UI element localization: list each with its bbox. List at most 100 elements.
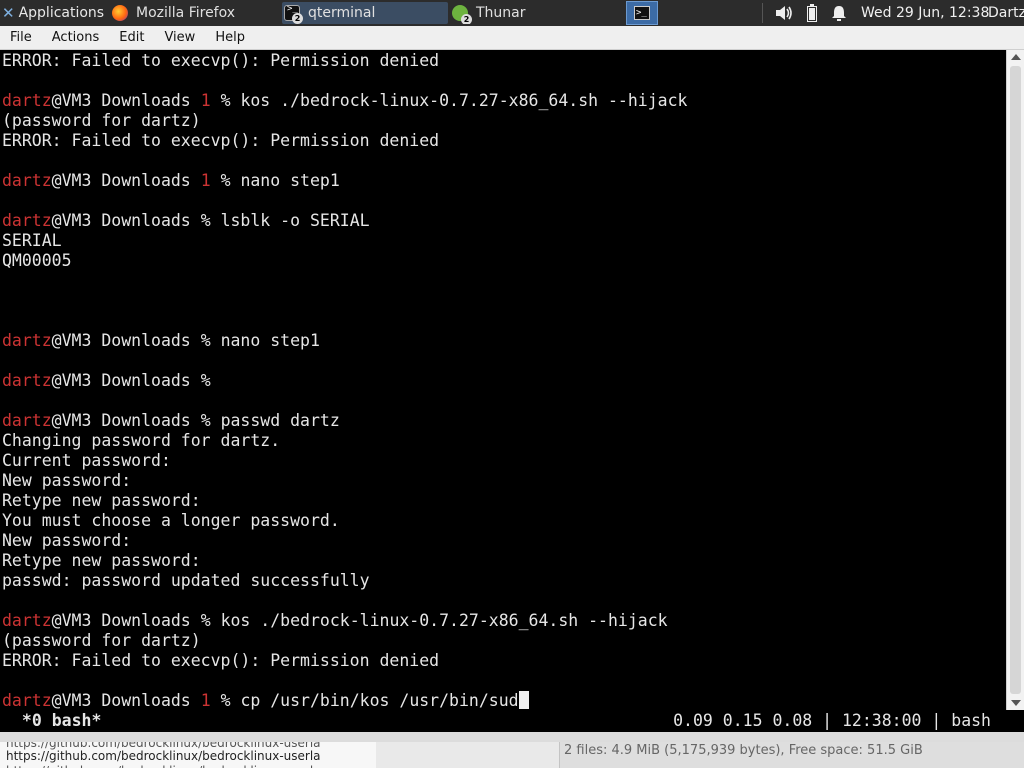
prompt-line: dartz@VM3 Downloads % passwd dartz <box>2 411 340 431</box>
taskbar-item-thunar[interactable]: 2 Thunar <box>450 2 616 24</box>
output-line: Current password: <box>2 451 171 470</box>
applications-menu[interactable]: ✕ Applications ⋮ <box>0 0 112 26</box>
scrollbar-thumb[interactable] <box>1010 66 1021 694</box>
prompt-user: dartz <box>2 411 52 430</box>
output-line: QM00005 <box>2 251 72 270</box>
load-time-info: 0.09 0.15 0.08 | 12:38:00 | bash <box>673 711 991 730</box>
prompt-host-dir: @VM3 Downloads <box>51 331 201 350</box>
prompt-host-dir: @VM3 Downloads <box>51 91 201 110</box>
terminal-output[interactable]: ERROR: Failed to execvp(): Permission de… <box>0 50 1006 710</box>
terminal-icon: >_ <box>634 6 650 20</box>
volume-icon[interactable] <box>775 5 793 21</box>
output-line: (password for dartz) <box>2 631 201 650</box>
prompt-host-dir: @VM3 Downloads <box>51 691 201 710</box>
thunar-window-fragment[interactable]: 2 files: 4.9 MiB (5,175,939 bytes), Free… <box>376 742 1024 768</box>
output-line: SERIAL <box>2 231 62 250</box>
exit-code: 1 <box>200 171 211 190</box>
current-prompt-line[interactable]: dartz@VM3 Downloads 1 % cp /usr/bin/kos … <box>2 691 529 710</box>
prompt-user: dartz <box>2 371 52 390</box>
menu-edit[interactable]: Edit <box>109 30 154 45</box>
prompt-user: dartz <box>2 211 52 230</box>
clock[interactable]: Wed 29 Jun, 12:38 <box>861 0 989 26</box>
active-window-button[interactable]: >_ <box>626 1 658 25</box>
output-line: You must choose a longer password. <box>2 511 340 530</box>
prompt-host-dir: @VM3 Downloads <box>51 211 201 230</box>
command: kos ./bedrock-linux-0.7.27-x86_64.sh --h… <box>220 611 668 630</box>
terminal-menubar: File Actions Edit View Help <box>0 26 1024 50</box>
command: passwd dartz <box>220 411 340 430</box>
prompt-line: dartz@VM3 Downloads % nano step1 <box>2 331 320 351</box>
url-text-fragment: https://github.com/bedrocklinux/bedrockl… <box>6 764 321 768</box>
scroll-up-arrow-icon[interactable] <box>1011 54 1021 60</box>
prompt-char: % <box>200 331 211 350</box>
thunar-status-text: 2 files: 4.9 MiB (5,175,939 bytes), Free… <box>564 743 923 758</box>
prompt-host-dir: @VM3 Downloads <box>51 611 201 630</box>
thunar-icon: 2 <box>452 5 472 24</box>
prompt-host-dir: @VM3 Downloads <box>51 171 201 190</box>
output-line: Retype new password: <box>2 551 201 570</box>
output-line: passwd: password updated successfully <box>2 571 370 590</box>
output-line: Retype new password: <box>2 491 201 510</box>
output-line: (password for dartz) <box>2 111 201 130</box>
command-input[interactable]: cp /usr/bin/kos /usr/bin/sud <box>240 691 518 710</box>
prompt-char: % <box>200 611 211 630</box>
prompt-char: % <box>220 691 231 710</box>
screen-status-bar: *0 bash* 0.09 0.15 0.08 | 12:38:00 | bas… <box>0 710 1006 732</box>
exit-code: 1 <box>200 691 211 710</box>
url-text: https://github.com/bedrocklinux/bedrockl… <box>6 749 321 763</box>
notification-bell-icon[interactable] <box>831 5 847 22</box>
taskbar-label: Thunar <box>476 5 526 21</box>
prompt-user: dartz <box>2 331 52 350</box>
output-line: New password: <box>2 471 132 490</box>
taskbar-item-firefox[interactable]: Mozilla Firefox <box>112 2 278 24</box>
text-cursor <box>518 691 529 709</box>
prompt-char: % <box>200 411 211 430</box>
firefox-icon <box>112 5 128 21</box>
panel-separator <box>762 3 763 23</box>
battery-icon[interactable] <box>807 4 817 22</box>
prompt-char: % <box>200 211 211 230</box>
prompt-char: % <box>200 371 211 390</box>
taskbar-label: qterminal <box>308 5 376 21</box>
prompt-char: % <box>220 91 231 110</box>
taskbar-label: Mozilla Firefox <box>136 5 236 21</box>
scroll-down-arrow-icon[interactable] <box>1011 700 1021 706</box>
command: nano step1 <box>240 171 340 190</box>
user-menu[interactable]: Dartz <box>988 0 1024 26</box>
prompt-user: dartz <box>2 91 52 110</box>
prompt-char: % <box>220 171 231 190</box>
output-line: ERROR: Failed to execvp(): Permission de… <box>2 131 440 150</box>
menu-view[interactable]: View <box>154 30 205 45</box>
prompt-line: dartz@VM3 Downloads 1 % nano step1 <box>2 171 340 191</box>
terminal-icon: >_ 2 <box>284 4 303 24</box>
exit-code: 1 <box>200 91 211 110</box>
prompt-line: dartz@VM3 Downloads % <box>2 371 211 391</box>
top-panel: ✕ Applications ⋮ Mozilla Firefox >_ 2 qt… <box>0 0 1024 26</box>
prompt-user: dartz <box>2 691 52 710</box>
menu-file[interactable]: File <box>0 30 42 45</box>
prompt-host-dir: @VM3 Downloads <box>51 371 201 390</box>
terminal-scrollbar[interactable] <box>1006 50 1024 710</box>
firefox-window-fragment[interactable]: https://github.com/bedrocklinux/bedrockl… <box>0 742 377 768</box>
prompt-line: dartz@VM3 Downloads % kos ./bedrock-linu… <box>2 611 668 631</box>
output-line: New password: <box>2 531 132 550</box>
system-tray <box>775 0 847 26</box>
prompt-user: dartz <box>2 611 52 630</box>
background-windows: https://github.com/bedrocklinux/bedrockl… <box>0 732 1024 768</box>
command: kos ./bedrock-linux-0.7.27-x86_64.sh --h… <box>240 91 688 110</box>
prompt-user: dartz <box>2 171 52 190</box>
window-count-badge: 2 <box>461 14 472 24</box>
thunar-sidebar-fragment <box>376 742 560 768</box>
menu-help[interactable]: Help <box>205 30 255 45</box>
command: lsblk -o SERIAL <box>220 211 370 230</box>
prompt-line: dartz@VM3 Downloads % lsblk -o SERIAL <box>2 211 370 231</box>
prompt-host-dir: @VM3 Downloads <box>51 411 201 430</box>
window-count-badge: 2 <box>292 13 303 24</box>
output-line: ERROR: Failed to execvp(): Permission de… <box>2 51 440 70</box>
window-list: *0 bash* <box>12 711 112 730</box>
menu-actions[interactable]: Actions <box>42 30 110 45</box>
prompt-line: dartz@VM3 Downloads 1 % kos ./bedrock-li… <box>2 91 687 111</box>
taskbar-item-qterminal[interactable]: >_ 2 qterminal <box>282 2 448 24</box>
xfce-logo-icon: ✕ <box>2 4 15 22</box>
output-line: ERROR: Failed to execvp(): Permission de… <box>2 651 440 670</box>
